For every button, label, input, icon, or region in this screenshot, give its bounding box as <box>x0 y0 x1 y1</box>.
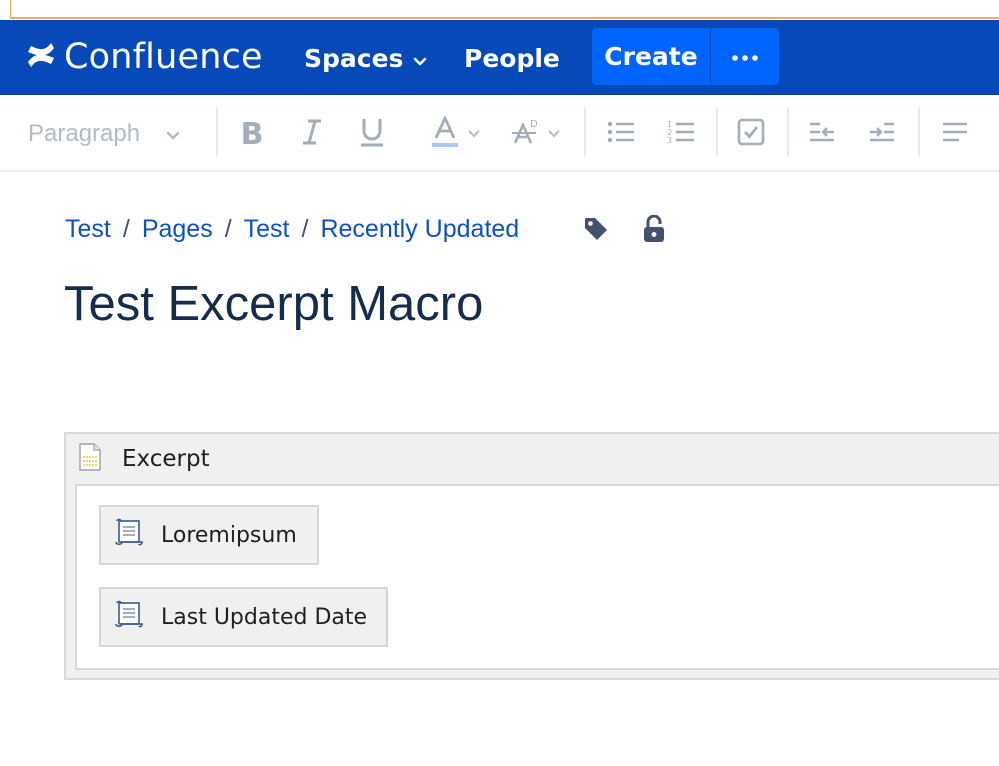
include-page-macro[interactable]: Loremipsum <box>99 505 319 565</box>
paragraph-label: Paragraph <box>28 120 141 147</box>
chevron-down-icon <box>166 120 180 148</box>
chevron-down-icon <box>413 44 427 73</box>
breadcrumb: Test / Pages / Test / Recently Updated <box>65 212 519 246</box>
underline-icon <box>359 117 385 152</box>
bold-button[interactable]: B <box>234 96 270 172</box>
macro-name: Excerpt <box>122 446 210 472</box>
browser-top-strip <box>0 0 999 20</box>
paragraph-style-dropdown[interactable]: Paragraph <box>28 96 198 172</box>
logo-text: Confluence <box>64 37 263 77</box>
chevron-down-icon <box>548 125 560 143</box>
page-title[interactable]: Test Excerpt Macro <box>64 276 483 332</box>
excerpt-macro[interactable]: Excerpt Loremipsum Last Updated Date <box>64 432 999 680</box>
url-bar-edge <box>10 0 999 19</box>
align-left-button[interactable] <box>938 96 972 172</box>
people-link[interactable]: People <box>464 42 560 74</box>
breadcrumb-item[interactable]: Pages <box>142 215 213 244</box>
toolbar-divider <box>584 108 586 156</box>
top-navbar: Confluence Spaces People Create <box>0 20 999 95</box>
macro-body[interactable]: Loremipsum Last Updated Date <box>75 484 999 670</box>
spaces-menu[interactable]: Spaces <box>304 42 427 74</box>
bullet-list-icon <box>607 121 635 148</box>
breadcrumb-separator: / <box>122 214 130 243</box>
toolbar-divider <box>918 108 920 156</box>
macro-child-label: Last Updated Date <box>161 604 368 630</box>
people-label: People <box>464 43 560 73</box>
indent-icon <box>868 121 896 148</box>
text-color-icon <box>430 114 460 153</box>
breadcrumb-separator: / <box>224 214 232 243</box>
numbered-list-button[interactable]: 123 <box>664 96 698 172</box>
task-list-button[interactable] <box>734 96 768 172</box>
ellipsis-icon <box>732 48 758 66</box>
macro-header: Excerpt <box>66 434 999 484</box>
toolbar-divider <box>716 108 718 156</box>
text-color-dropdown[interactable] <box>422 96 488 172</box>
confluence-logo[interactable]: Confluence <box>26 37 263 77</box>
more-button[interactable] <box>711 28 779 85</box>
last-updated-date-macro[interactable]: Last Updated Date <box>99 587 388 647</box>
underline-button[interactable] <box>352 96 392 172</box>
unlock-icon[interactable] <box>642 214 666 248</box>
create-button[interactable]: Create <box>592 28 710 85</box>
toolbar-divider <box>216 108 218 156</box>
label-icon[interactable] <box>583 216 609 247</box>
editor-toolbar: Paragraph B D 1 2 3 <box>0 96 999 172</box>
page-meta-icons <box>583 214 666 248</box>
breadcrumb-separator: / <box>301 214 309 243</box>
text-format-dropdown[interactable]: D <box>504 96 566 172</box>
spaces-label: Spaces <box>304 43 404 73</box>
svg-text:D: D <box>530 119 538 130</box>
scroll-icon <box>113 600 145 634</box>
outdent-icon <box>808 121 836 148</box>
macro-child-label: Loremipsum <box>161 522 297 548</box>
align-left-icon <box>941 121 969 148</box>
breadcrumb-item[interactable]: Test <box>244 215 290 244</box>
scroll-icon <box>113 518 145 552</box>
numbered-list-icon: 123 <box>667 120 695 149</box>
document-icon <box>78 442 102 476</box>
create-label: Create <box>604 42 698 71</box>
bullet-list-button[interactable] <box>604 96 638 172</box>
italic-button[interactable] <box>294 96 330 172</box>
chevron-down-icon <box>468 125 480 143</box>
confluence-logo-icon <box>26 40 56 75</box>
svg-text:3: 3 <box>667 136 672 144</box>
toolbar-divider <box>787 108 789 156</box>
outdent-button[interactable] <box>805 96 839 172</box>
italic-icon <box>301 119 323 150</box>
breadcrumb-item[interactable]: Test <box>65 215 111 244</box>
breadcrumb-item[interactable]: Recently Updated <box>320 215 519 244</box>
bold-icon: B <box>240 116 264 152</box>
text-format-icon: D <box>510 117 540 152</box>
task-list-icon <box>737 118 765 151</box>
indent-button[interactable] <box>865 96 899 172</box>
